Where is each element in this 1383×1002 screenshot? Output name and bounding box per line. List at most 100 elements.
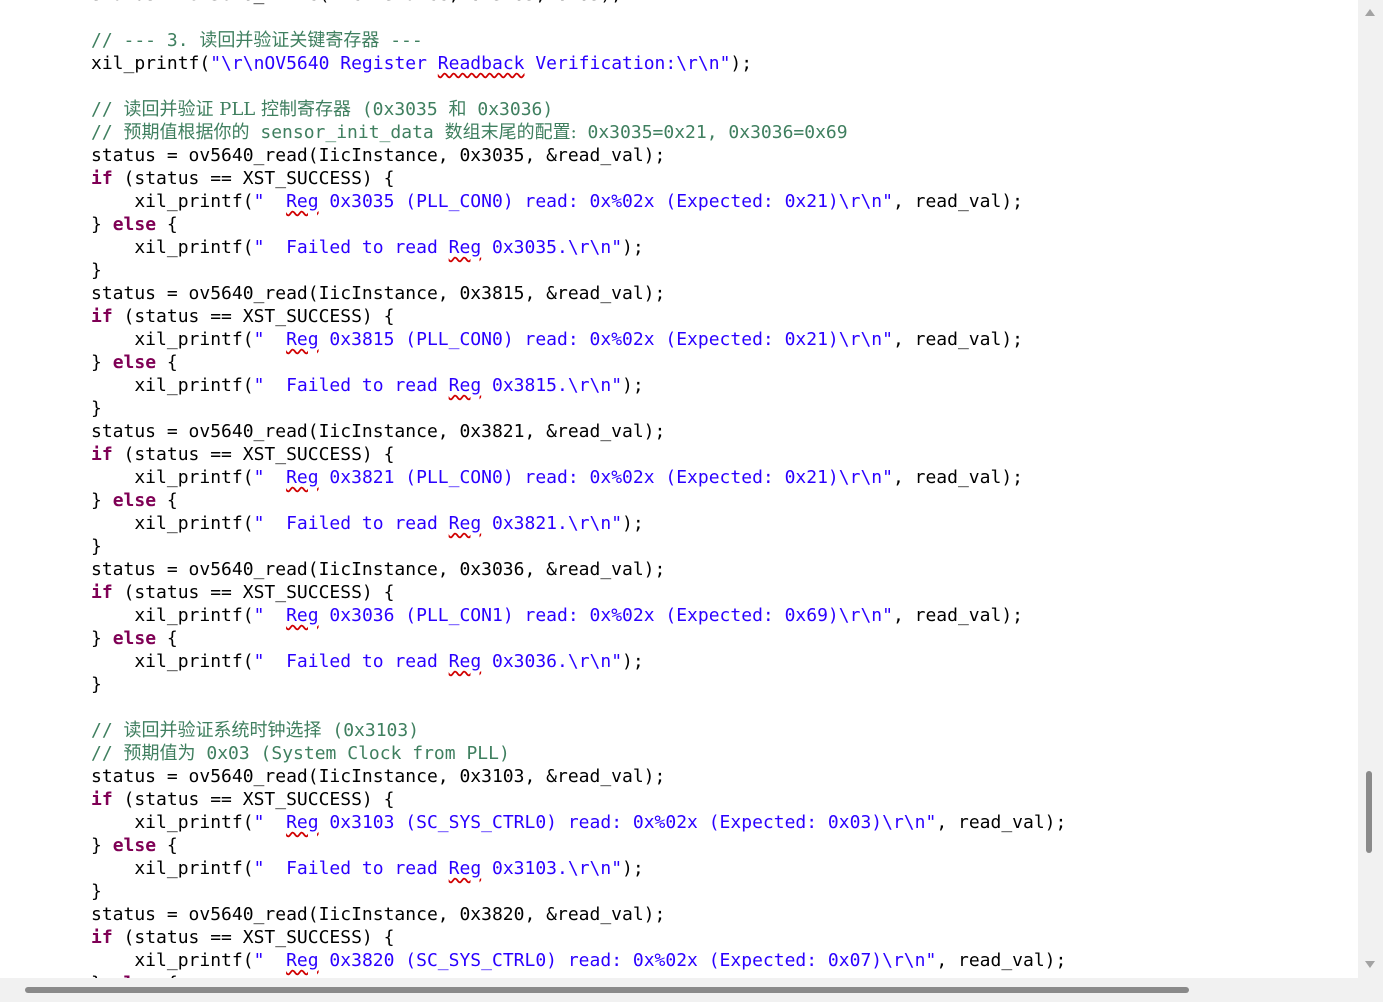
- spellcheck-flagged-word: Reg: [286, 812, 319, 833]
- code-line[interactable]: // 读回并验证 PLL 控制寄存器 (0x3035 和 0x3036): [91, 98, 553, 121]
- code-line[interactable]: xil_printf("\r\nOV5640 Register Readback…: [91, 52, 752, 75]
- code-line[interactable]: xil_printf(" Reg 0x3035 (PLL_CON0) read:…: [91, 190, 1023, 213]
- vertical-scrollbar[interactable]: [1358, 0, 1383, 978]
- string-literal: ": [253, 605, 287, 626]
- code-text: );: [622, 375, 644, 396]
- code-text: (status == XST_SUCCESS) {: [112, 306, 395, 327]
- string-literal: "\r\nOV5640 Register: [210, 53, 438, 74]
- code-line[interactable]: status = ov5640_read(IicInstance, 0x3815…: [91, 282, 665, 305]
- code-line[interactable]: } else {: [91, 351, 178, 374]
- string-literal: ": [253, 329, 287, 350]
- code-line[interactable]: xil_printf(" Reg 0x3821 (PLL_CON0) read:…: [91, 466, 1023, 489]
- keyword-token: if: [91, 444, 113, 465]
- code-line[interactable]: status = ov5640_read(IicInstance, 0x3036…: [91, 558, 665, 581]
- code-text: , read_val);: [892, 329, 1023, 350]
- string-literal: 0x3103.\r\n": [481, 858, 623, 879]
- keyword-token: if: [91, 306, 113, 327]
- string-literal: 0x3820 (SC_SYS_CTRL0) read: 0x%02x (Expe…: [318, 950, 937, 971]
- code-line[interactable]: xil_printf(" Failed to read Reg 0x3815.\…: [91, 374, 644, 397]
- code-text: status = ov5640_read(IicInstance, 0x3821…: [91, 421, 666, 442]
- code-text: }: [91, 835, 113, 856]
- code-line[interactable]: xil_printf(" Reg 0x3820 (SC_SYS_CTRL0) r…: [91, 949, 1066, 972]
- comment-text: 和: [448, 99, 467, 120]
- code-line[interactable]: // --- 3. 读回并验证关键寄存器 ---: [91, 29, 423, 52]
- keyword-token: else: [112, 352, 157, 373]
- code-text: );: [622, 513, 644, 534]
- code-text: xil_printf(: [91, 375, 254, 396]
- keyword-token: if: [91, 168, 113, 189]
- string-literal: Verification:\r\n": [524, 53, 731, 74]
- code-line[interactable]: status = ov5640_read(IicInstance, 0x3103…: [91, 765, 665, 788]
- code-line[interactable]: xil_printf(" Reg 0x3815 (PLL_CON0) read:…: [91, 328, 1023, 351]
- code-line[interactable]: }: [91, 535, 102, 558]
- code-line[interactable]: xil_printf(" Reg 0x3103 (SC_SYS_CTRL0) r…: [91, 811, 1066, 834]
- code-line[interactable]: }: [91, 259, 102, 282]
- code-text: }: [91, 536, 102, 557]
- comment-text: 0x03 (System Clock from PLL): [195, 743, 510, 764]
- horizontal-scrollbar-thumb[interactable]: [25, 987, 1189, 993]
- keyword-token: if: [91, 927, 113, 948]
- code-line[interactable]: }: [91, 673, 102, 696]
- spellcheck-flagged-word: Readback: [437, 53, 525, 74]
- code-text: (status == XST_SUCCESS) {: [112, 444, 395, 465]
- code-line[interactable]: xil_printf(" Failed to read Reg 0x3036.\…: [91, 650, 643, 673]
- string-literal: 0x3815.\r\n": [481, 375, 623, 396]
- vertical-scrollbar-thumb[interactable]: [1366, 771, 1372, 853]
- code-line[interactable]: xil_printf(" Failed to read Reg 0x3035.\…: [91, 236, 643, 259]
- code-text: }: [91, 881, 102, 902]
- code-line[interactable]: xil_printf(" Failed to read Reg 0x3103.\…: [91, 857, 643, 880]
- string-literal: ": [253, 467, 287, 488]
- code-line[interactable]: }: [91, 397, 102, 420]
- code-text: {: [156, 352, 178, 373]
- code-line[interactable]: } else {: [91, 213, 178, 236]
- code-text: xil_printf(: [91, 237, 254, 258]
- code-text: xil_printf(: [91, 651, 254, 672]
- code-line[interactable]: if (status == XST_SUCCESS) {: [91, 788, 394, 811]
- code-line[interactable]: } else {: [91, 834, 178, 857]
- code-text: , read_val);: [936, 812, 1067, 833]
- code-line[interactable]: if (status == XST_SUCCESS) {: [91, 581, 394, 604]
- code-text: status = ov5640_read(IicInstance, 0x3820…: [91, 904, 666, 925]
- scroll-down-arrow-icon[interactable]: [1365, 961, 1375, 968]
- code-line[interactable]: } else {: [91, 489, 178, 512]
- comment-text: //: [91, 743, 124, 764]
- code-editor[interactable]: status = ov5640_write(IicInstance, 0x310…: [0, 0, 1358, 978]
- code-text: }: [91, 214, 113, 235]
- code-line[interactable]: } else {: [91, 627, 178, 650]
- code-line[interactable]: // 预期值根据你的 sensor_init_data 数组末尾的配置: 0x3…: [91, 121, 848, 144]
- code-text: }: [91, 628, 113, 649]
- keyword-token: if: [91, 582, 113, 603]
- code-text: );: [730, 53, 753, 74]
- code-line[interactable]: xil_printf(" Failed to read Reg 0x3821.\…: [91, 512, 644, 535]
- code-line[interactable]: status = ov5640_read(IicInstance, 0x3821…: [91, 420, 665, 443]
- comment-text: sensor_init_data: [249, 122, 445, 143]
- string-literal: ": [253, 191, 287, 212]
- code-text: status = ov5640_read(IicInstance, 0x3036…: [91, 559, 666, 580]
- code-line[interactable]: if (status == XST_SUCCESS) {: [91, 443, 394, 466]
- keyword-token: if: [91, 789, 113, 810]
- code-text: (status == XST_SUCCESS) {: [112, 168, 395, 189]
- code-text: xil_printf(: [91, 329, 254, 350]
- spellcheck-flagged-word: Reg: [286, 329, 319, 350]
- string-literal: " Failed to read: [253, 651, 449, 672]
- code-line[interactable]: }: [91, 880, 102, 903]
- string-literal: 0x3815 (PLL_CON0) read: 0x%02x (Expected…: [318, 329, 893, 350]
- spellcheck-flagged-word: Reg: [448, 651, 482, 672]
- code-line[interactable]: // 读回并验证系统时钟选择 (0x3103): [91, 719, 419, 742]
- code-line[interactable]: status = ov5640_read(IicInstance, 0x3035…: [91, 144, 665, 167]
- code-line[interactable]: // 预期值为 0x03 (System Clock from PLL): [91, 742, 510, 765]
- comment-text: 0x3036): [466, 99, 554, 120]
- code-line[interactable]: if (status == XST_SUCCESS) {: [91, 167, 394, 190]
- comment-text: 读回并验证关键寄存器: [199, 30, 380, 51]
- code-line[interactable]: status = ov5640_read(IicInstance, 0x3820…: [91, 903, 665, 926]
- comment-text: //: [91, 720, 124, 741]
- code-line[interactable]: status = ov5640_write(IicInstance, 0x310…: [91, 0, 622, 6]
- code-line[interactable]: if (status == XST_SUCCESS) {: [91, 926, 394, 949]
- scroll-up-arrow-icon[interactable]: [1365, 9, 1375, 16]
- horizontal-scrollbar[interactable]: [0, 978, 1358, 1002]
- code-line[interactable]: xil_printf(" Reg 0x3036 (PLL_CON1) read:…: [91, 604, 1023, 627]
- spellcheck-flagged-word: Reg: [286, 467, 319, 488]
- string-literal: 0x3821 (PLL_CON0) read: 0x%02x (Expected…: [318, 467, 893, 488]
- code-line[interactable]: if (status == XST_SUCCESS) {: [91, 305, 394, 328]
- string-literal: 0x3103 (SC_SYS_CTRL0) read: 0x%02x (Expe…: [318, 812, 937, 833]
